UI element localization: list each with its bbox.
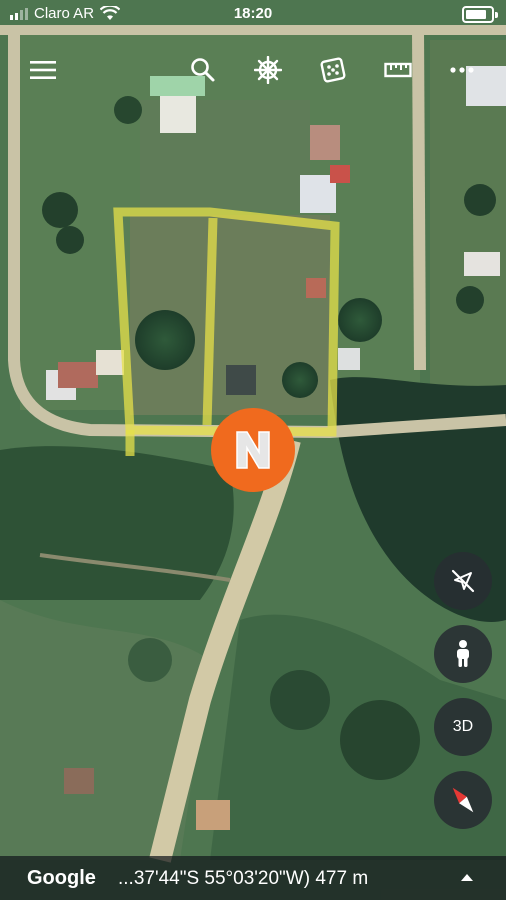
tree-cluster (340, 700, 420, 780)
search-icon (191, 58, 215, 82)
more-icon (450, 67, 474, 73)
building (338, 348, 360, 370)
3d-label: 3D (452, 718, 474, 735)
building (196, 800, 230, 830)
parcel-divider (202, 217, 218, 426)
road (412, 29, 426, 371)
tree (114, 96, 142, 124)
tree-cluster (270, 670, 330, 730)
3d-toggle-button[interactable]: 3D (434, 698, 492, 756)
building (310, 125, 340, 160)
menu-button[interactable] (25, 52, 61, 88)
more-button[interactable] (444, 52, 480, 88)
my-location-button[interactable] (434, 552, 492, 610)
tree (338, 298, 382, 342)
building (330, 165, 350, 183)
menu-icon (30, 61, 56, 79)
compass-button[interactable] (434, 771, 492, 829)
dice-icon (320, 57, 346, 83)
voyager-button[interactable] (250, 52, 286, 88)
search-button[interactable] (185, 52, 221, 88)
coordinates-readout[interactable]: ...37'44"S 55°03'20"W) 477 m (118, 868, 368, 890)
marker-logo-icon (236, 431, 270, 469)
building (464, 252, 500, 276)
battery-icon (462, 6, 498, 23)
building (306, 278, 326, 298)
building (58, 362, 98, 388)
pegman-icon (457, 640, 469, 667)
status-time: 18:20 (233, 5, 273, 22)
compass-icon (452, 787, 474, 813)
tree (456, 286, 484, 314)
expand-caret-icon[interactable] (461, 874, 473, 881)
bottom-bar: Google ...37'44"S 55°03'20"W) 477 m (0, 856, 506, 900)
tree (282, 362, 318, 398)
feeling-lucky-button[interactable] (315, 52, 351, 88)
google-logo: Google (27, 867, 96, 889)
building (96, 350, 124, 375)
ruler-icon (384, 62, 412, 78)
location-off-icon (451, 569, 475, 593)
voyager-wheel-icon (254, 56, 282, 84)
tree (135, 310, 195, 370)
location-marker[interactable] (211, 408, 295, 492)
measure-button[interactable] (380, 52, 416, 88)
tree (56, 226, 84, 254)
tree (464, 184, 496, 216)
street-view-button[interactable] (434, 625, 492, 683)
building (64, 768, 94, 794)
status-bar: Claro AR 18:20 (0, 0, 506, 30)
tree (42, 192, 78, 228)
building (226, 365, 256, 395)
bush (128, 638, 172, 682)
